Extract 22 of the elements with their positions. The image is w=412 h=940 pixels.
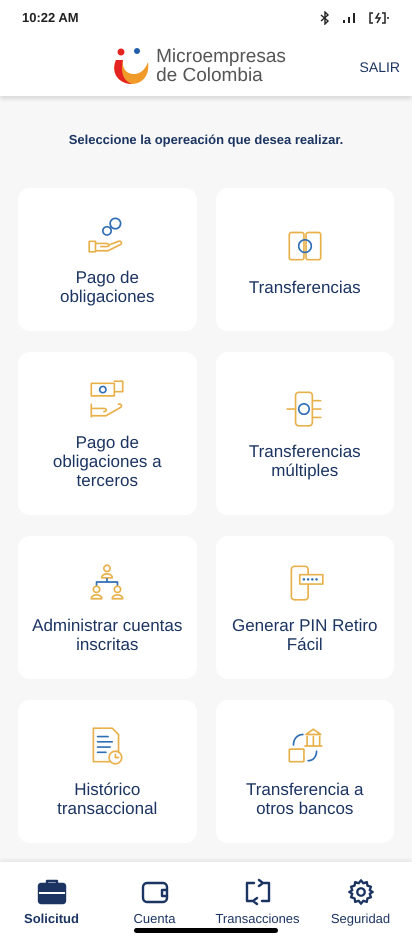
operation-card[interactable]: Transferencias <box>216 188 394 330</box>
operation-card[interactable]: Generar PIN Retiro Fácil <box>216 536 394 678</box>
nav-tab[interactable]: Cuenta <box>103 878 206 928</box>
nav-tab[interactable]: Seguridad <box>309 878 412 928</box>
briefcase-icon <box>36 878 66 906</box>
logo-wordmark: de Colombia <box>156 66 263 85</box>
logout-link[interactable]: SALIR <box>360 57 400 78</box>
settings-icon <box>346 878 376 906</box>
operation-card[interactable]: Histórico transaccional <box>18 700 196 842</box>
instruction-text: Seleccione la opereación que desea realizar. <box>68 131 344 149</box>
operation-card[interactable]: Pago de obligaciones a terceros <box>18 352 196 514</box>
nav-tab[interactable]: Transacciones <box>206 878 309 928</box>
operation-card[interactable]: Transferencias múltiples <box>216 352 394 514</box>
operation-card[interactable]: Administrar cuentas inscritas <box>18 536 196 678</box>
operation-card[interactable]: Transferencia a otros bancos <box>216 700 394 842</box>
signal-icon <box>342 12 356 24</box>
operation-card[interactable]: Pago de obligaciones <box>18 188 196 330</box>
status-time: 10:22 AM <box>22 9 79 28</box>
nav-tab[interactable]: Solicitud <box>0 878 103 928</box>
logo-wordmark: Microempresas <box>156 47 286 66</box>
bluetooth-icon <box>320 11 330 25</box>
battery-charging-icon <box>368 12 390 24</box>
